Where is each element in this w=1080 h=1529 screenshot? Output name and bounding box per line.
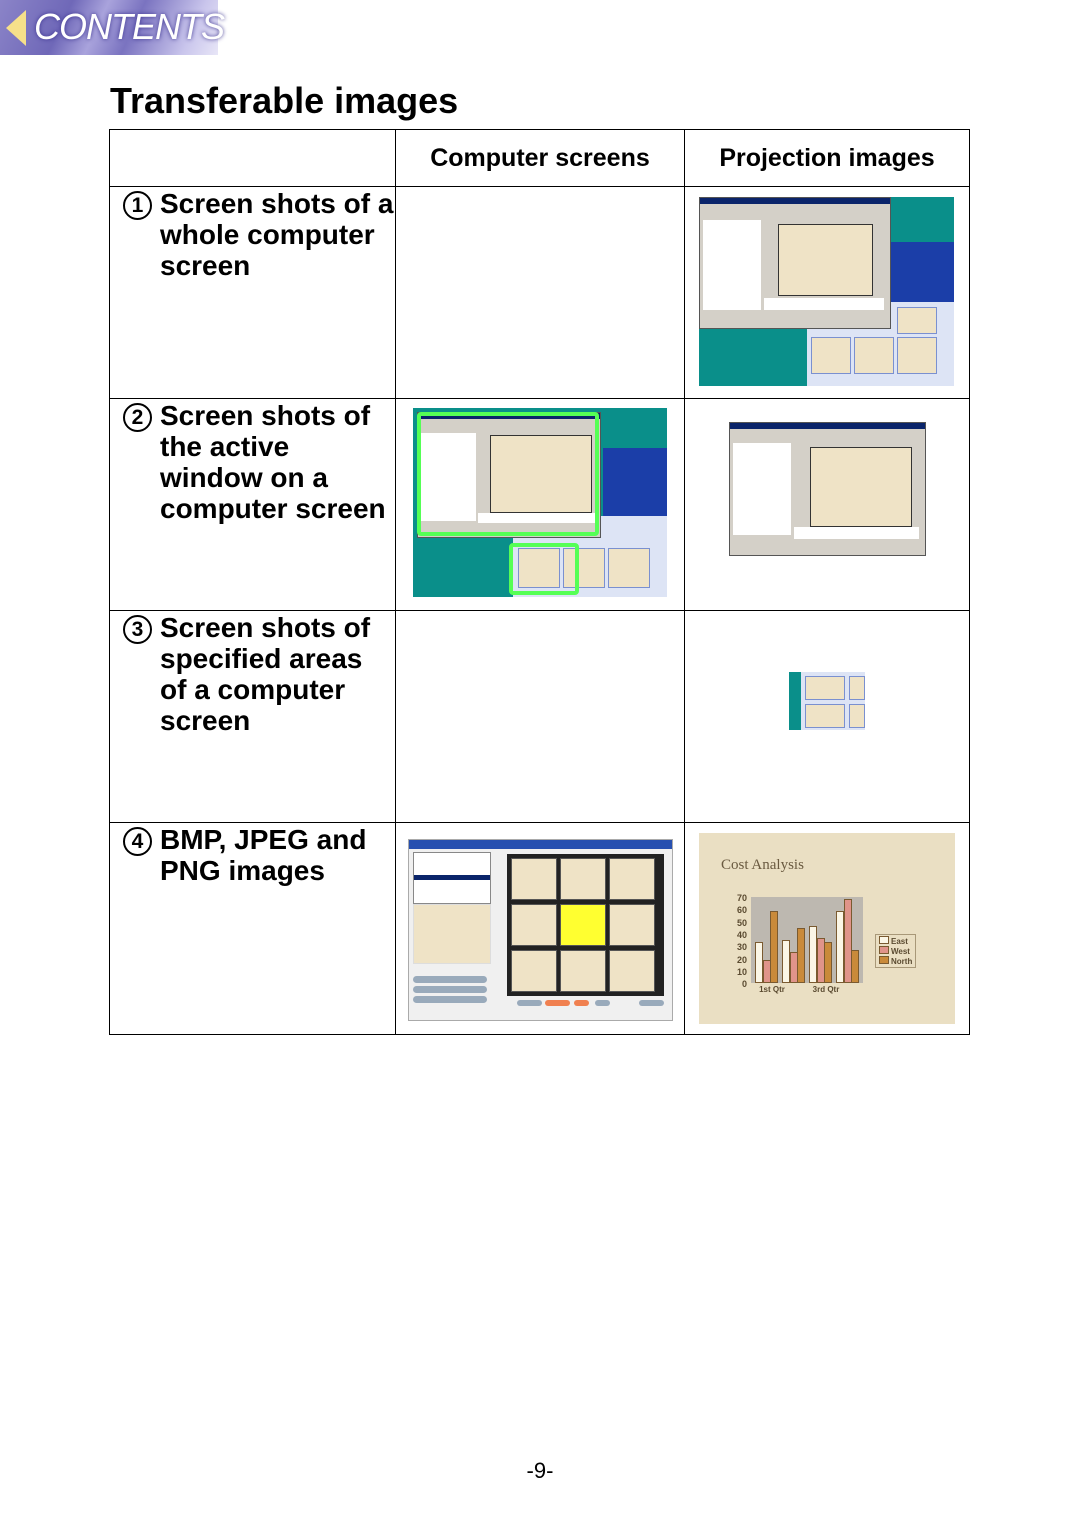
back-arrow-icon [6, 10, 26, 46]
y-tick: 50 [736, 917, 747, 928]
specified-area-image [789, 672, 865, 730]
table-row: 4 BMP, JPEG and PNG images Cost Analysis … [109, 822, 970, 1035]
circled-number: 4 [123, 827, 152, 856]
thumbnail [511, 904, 557, 946]
y-tick: 0 [741, 979, 747, 990]
y-tick: 20 [736, 954, 747, 965]
x-label: 1st Qtr [759, 985, 785, 994]
table-row: 3 Screen shots of specified areas of a co… [109, 610, 970, 823]
circled-number: 2 [123, 403, 152, 432]
wireless-manager-image [408, 839, 673, 1021]
row-label-text: Screen shots of specified areas of a com… [160, 612, 371, 736]
y-tick: 30 [736, 942, 747, 953]
y-tick: 10 [736, 966, 747, 977]
y-tick: 40 [736, 929, 747, 940]
projection-cell: Cost Analysis 70 60 50 40 30 20 10 0 1st Qtr 3r… [684, 822, 970, 1035]
thumbnail [609, 904, 655, 946]
legend-item: East [879, 936, 912, 946]
y-tick: 70 [736, 893, 747, 903]
contents-label: CONTENTS [34, 6, 225, 47]
highlight-frame [417, 412, 599, 536]
y-tick: 60 [736, 905, 747, 916]
row-label-text: Screen shots of the active window on a c… [160, 400, 386, 524]
computer-screen-cell [395, 398, 685, 611]
thumbnail [609, 858, 655, 900]
header-row: Computer screens Projection images [109, 129, 970, 187]
thumbnail [511, 950, 557, 992]
whole-screen-image [699, 197, 954, 386]
bar-north [851, 950, 859, 983]
slide-title: Cost Analysis [721, 857, 804, 873]
contents-button[interactable]: CONTENTS [0, 0, 225, 55]
circled-number: 3 [123, 615, 152, 644]
active-window-projection-image [729, 422, 926, 556]
thumbnail [609, 950, 655, 992]
active-window-screen-image [413, 408, 667, 597]
header-empty [109, 129, 396, 187]
x-label: 3rd Qtr [812, 985, 840, 994]
bar-north [824, 941, 832, 983]
bar-north [797, 928, 805, 983]
row-label-text: BMP, JPEG and PNG images [160, 824, 367, 886]
header-projection-images: Projection images [684, 129, 970, 187]
projection-cell [684, 398, 970, 611]
projection-cell [684, 610, 970, 823]
page-title: Transferable images [110, 80, 459, 121]
thumbnail [511, 858, 557, 900]
thumbnail [560, 904, 606, 946]
row-label: 3 Screen shots of specified areas of a co… [110, 611, 395, 736]
thumbnail [560, 950, 606, 992]
table-row: 1 Screen shots of a whole computer screen [109, 186, 970, 399]
row-label: 4 BMP, JPEG and PNG images [110, 823, 395, 886]
computer-screen-cell [395, 610, 685, 823]
transferable-images-table: Computer screens Projection images 1 Scre… [109, 129, 970, 1035]
projection-cell [684, 186, 970, 399]
circled-number: 1 [123, 191, 152, 220]
table-row: 2 Screen shots of the active window on a … [109, 398, 970, 611]
computer-screen-cell [395, 822, 685, 1035]
row-label-text: Screen shots of a whole computer screen [160, 188, 394, 281]
legend-item: West [879, 946, 912, 956]
bar-north [770, 910, 778, 983]
page-number: -9- [526, 1458, 554, 1483]
header-computer-screens: Computer screens [395, 129, 685, 187]
row-label: 1 Screen shots of a whole computer screen [110, 187, 395, 281]
legend-item: North [879, 956, 912, 966]
highlight-frame [509, 543, 579, 595]
computer-screen-cell [395, 186, 685, 399]
thumbnail [560, 858, 606, 900]
cost-analysis-slide-image: Cost Analysis 70 60 50 40 30 20 10 0 1st Qtr 3r… [699, 833, 955, 1024]
row-label: 2 Screen shots of the active window on a … [110, 399, 395, 524]
